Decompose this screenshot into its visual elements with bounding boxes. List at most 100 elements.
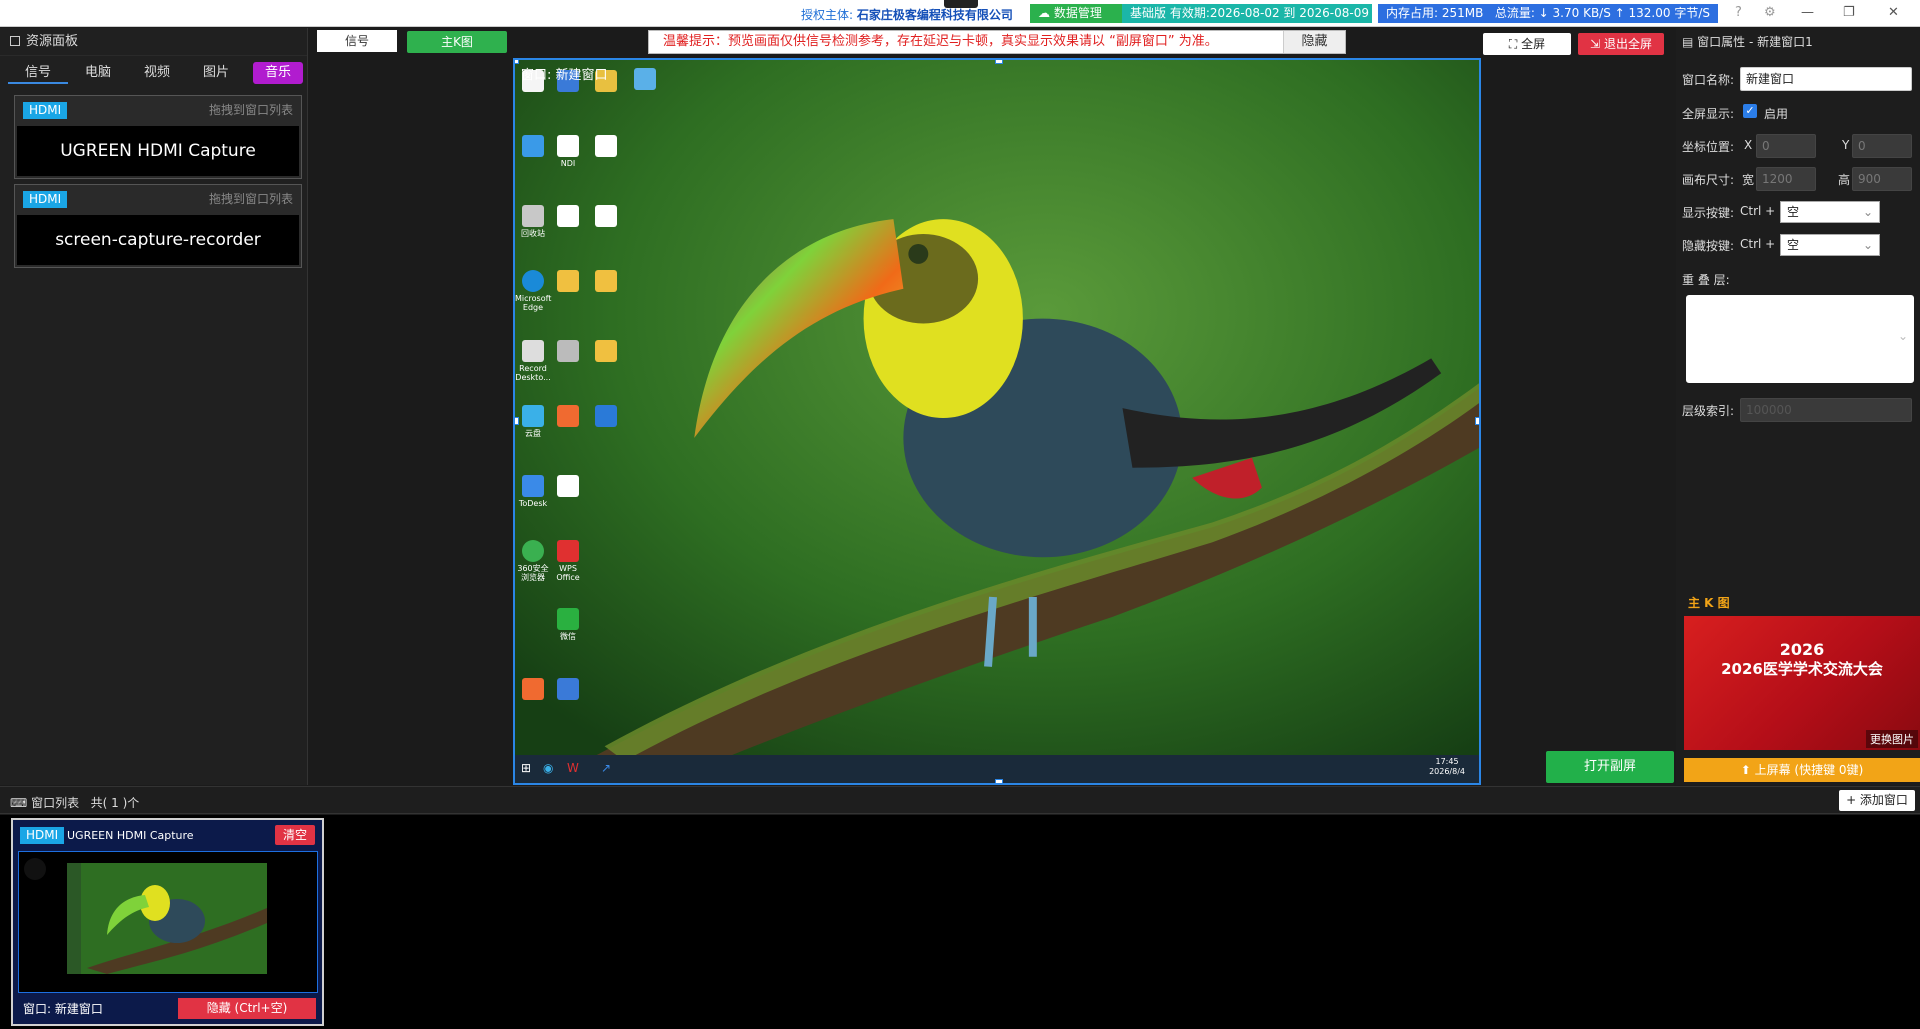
notice-banner: 温馨提示：预览画面仅供信号检测参考，存在延迟与卡顿，真实显示效果请以 “副屏窗口… xyxy=(648,30,1346,54)
fullscreen-label: 全屏显示: xyxy=(1682,107,1735,121)
fullscreen-label: 全屏 xyxy=(1521,37,1546,51)
pos-y-label: Y xyxy=(1842,138,1850,152)
desktop-icon-label: ToDesk xyxy=(518,499,548,508)
fullscreen-button[interactable]: ⛶ 全屏 xyxy=(1483,33,1571,55)
top-bar: 授权主体: 石家庄极客编程科技有限公司 ☁ 数据管理 基础版 有效期:2026-… xyxy=(0,0,1920,27)
desktop-icon-sheet xyxy=(550,205,586,229)
desktop-icon-sheet xyxy=(550,475,586,499)
tab-signal[interactable]: 信号 xyxy=(8,62,68,84)
zindex-label: 层级索引: xyxy=(1682,404,1735,418)
gear-icon[interactable]: ⚙ xyxy=(1764,5,1776,20)
license-holder-name: 石家庄极客编程科技有限公司 xyxy=(856,8,1013,22)
k-image-year: 2026 xyxy=(1779,640,1825,659)
zindex-input[interactable]: 100000 xyxy=(1740,398,1912,422)
exit-fullscreen-label: 退出全屏 xyxy=(1603,37,1652,51)
push-to-screen-button[interactable]: ⬆ 上屏幕 (快捷键 0键) xyxy=(1684,758,1920,782)
source-card[interactable]: HDMI 拖拽到窗口列表 screen-capture-recorder xyxy=(14,184,302,268)
resource-tabs: 信号 电脑 视频 图片 音乐 xyxy=(0,56,307,88)
properties-title: 窗口属性 - 新建窗口1 xyxy=(1697,35,1813,49)
fullscreen-checkbox[interactable]: ✓ xyxy=(1743,104,1757,118)
main-k-title: 主 K 图 xyxy=(1688,596,1730,610)
show-key-value: 空 xyxy=(1787,205,1800,219)
help-icon[interactable]: ? xyxy=(1735,5,1742,20)
pos-x-input[interactable]: 0 xyxy=(1756,134,1816,158)
show-key-label: 显示按键: xyxy=(1682,206,1735,220)
exit-fullscreen-button[interactable]: ⇲ 退出全屏 xyxy=(1578,33,1664,55)
close-icon[interactable]: ✕ xyxy=(1888,5,1899,20)
tab-video[interactable]: 视频 xyxy=(128,62,186,84)
source-card[interactable]: HDMI 拖拽到窗口列表 UGREEN HDMI Capture xyxy=(14,95,302,179)
shortcut-icon: ↗ xyxy=(601,761,612,775)
desktop-icon-wechat: 微信 xyxy=(550,608,586,641)
desktop-icon-sheet xyxy=(588,205,624,229)
resource-panel: 资源面板 信号 电脑 视频 图片 音乐 HDMI 拖拽到窗口列表 UGREEN … xyxy=(0,28,308,785)
window-list-title: 窗口列表 xyxy=(31,796,80,810)
restore-icon[interactable]: ❐ xyxy=(1843,5,1855,20)
clear-button[interactable]: 清空 xyxy=(275,825,315,845)
open-second-screen-button[interactable]: 打开副屏 xyxy=(1546,751,1674,783)
window-count: 共( 1 )个 xyxy=(90,796,140,810)
panel-icon xyxy=(10,36,20,46)
cloud-icon: ☁ xyxy=(1038,6,1050,20)
resize-handle[interactable] xyxy=(995,60,1003,64)
tab-main-k[interactable]: 主K图 xyxy=(407,31,507,53)
height-input[interactable]: 900 xyxy=(1852,167,1912,191)
source-tag: HDMI xyxy=(23,191,68,208)
add-window-button[interactable]: + 添加窗口 xyxy=(1839,790,1915,811)
main-k-image[interactable]: 2026 2026医学学术交流大会 更换图片 xyxy=(1684,616,1920,750)
pos-y-input[interactable]: 0 xyxy=(1852,134,1912,158)
tab-signal-preview[interactable]: 信号 xyxy=(317,30,397,52)
show-key-select[interactable]: 空 ⌄ xyxy=(1780,201,1880,223)
resource-panel-header: 资源面板 xyxy=(0,28,307,56)
tab-music[interactable]: 音乐 xyxy=(253,62,303,84)
width-input[interactable]: 1200 xyxy=(1756,167,1816,191)
tab-computer[interactable]: 电脑 xyxy=(68,62,128,84)
status-badge: 内存占用: 251MB 总流量: ↓ 3.70 KB/S ↑ 132.00 字节… xyxy=(1378,4,1718,23)
minimize-icon[interactable]: — xyxy=(1801,5,1814,20)
desktop-icon-label: NDI xyxy=(560,159,576,168)
desktop-icon-ndi: NDI xyxy=(550,135,586,168)
resize-handle[interactable] xyxy=(515,60,519,64)
overlay-list[interactable]: ⌄ xyxy=(1686,295,1914,383)
hide-window-button[interactable]: 隐藏 (Ctrl+空) xyxy=(178,998,316,1019)
desktop-icon-cloud-disk: 云盘 xyxy=(515,405,551,438)
resize-handle[interactable] xyxy=(995,779,1003,783)
change-image-button[interactable]: 更换图片 xyxy=(1866,730,1918,748)
desktop-icon-folder xyxy=(588,340,624,364)
taskbar-date: 2026/8/4 xyxy=(1429,767,1465,776)
desktop-icon-label: WPS Office xyxy=(556,564,580,582)
window-card[interactable]: HDMI UGREEN HDMI Capture 清空 窗口: 新建窗口 隐藏 … xyxy=(11,818,324,1026)
taskbar-time: 17:45 xyxy=(1435,757,1459,766)
chevron-down-icon: ⌄ xyxy=(1897,329,1908,343)
avatar xyxy=(24,858,46,880)
desktop-icon-recycle: 回收站 xyxy=(515,205,551,238)
notice-hide-button[interactable]: 隐藏 xyxy=(1283,31,1345,53)
chevron-down-icon: ⌄ xyxy=(1862,238,1873,252)
hide-key-select[interactable]: 空 ⌄ xyxy=(1780,234,1880,256)
properties-header: ▤ 窗口属性 - 新建窗口1 xyxy=(1676,28,1920,56)
window-name-label: 窗口名称: xyxy=(1682,73,1735,87)
height-label: 高 xyxy=(1838,173,1851,187)
desktop-icon-label: Microsoft Edge xyxy=(515,294,552,312)
resize-handle[interactable] xyxy=(1475,417,1479,425)
taskbar-clock: 17:45 2026/8/4 xyxy=(1429,757,1465,777)
license-prefix: 授权主体: xyxy=(801,8,854,22)
window-card-name: 窗口: 新建窗口 xyxy=(23,1002,103,1016)
preview-canvas[interactable]: 窗口: 新建窗口 NDI 回收站 Microsoft Edge Record D… xyxy=(513,58,1481,785)
window-preview-thumbnail xyxy=(18,851,318,993)
desktop-icon-pc xyxy=(627,68,663,92)
resize-handle[interactable] xyxy=(515,417,519,425)
tab-image[interactable]: 图片 xyxy=(186,62,246,84)
windows-start-icon: ⊞ xyxy=(521,761,532,775)
source-name: screen-capture-recorder xyxy=(17,215,299,265)
source-tag: HDMI xyxy=(23,102,68,119)
width-label: 宽 xyxy=(1742,173,1755,187)
expand-icon: ⛶ xyxy=(1508,37,1518,51)
position-label: 坐标位置: xyxy=(1682,140,1735,154)
window-name-input[interactable]: 新建窗口 xyxy=(1740,67,1912,91)
desktop-icon-wps: WPS Office xyxy=(550,540,586,582)
desktop-icon-label: Record Deskto... xyxy=(515,364,551,382)
wps-icon: W xyxy=(567,761,579,775)
desktop-icon-edge: Microsoft Edge xyxy=(515,270,551,312)
hide-key-mod: Ctrl + xyxy=(1740,237,1776,251)
